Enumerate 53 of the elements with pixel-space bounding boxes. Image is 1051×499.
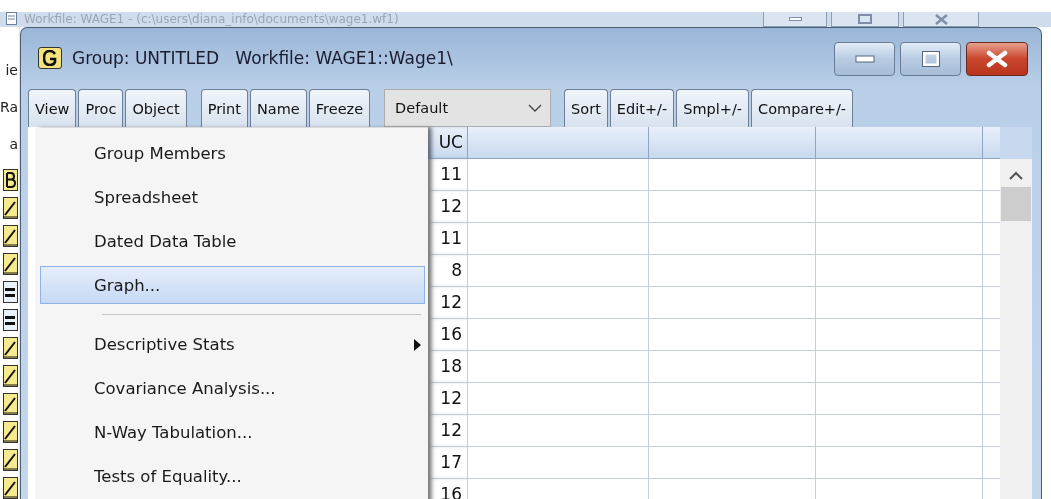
close-icon — [934, 13, 948, 25]
coefficient-icon[interactable] — [3, 169, 18, 191]
minimize-icon — [854, 54, 875, 63]
maximize-button[interactable] — [831, 12, 899, 27]
equation-icon[interactable] — [3, 309, 18, 331]
menu-item[interactable]: Covariance Analysis... — [40, 366, 425, 410]
series-icon[interactable] — [3, 337, 18, 359]
toolbar-button[interactable]: Freeze — [308, 89, 371, 127]
series-icon[interactable] — [3, 253, 18, 275]
menu-item[interactable]: Descriptive Stats — [40, 322, 425, 366]
menu-item[interactable]: Spreadsheet — [40, 175, 425, 219]
toolbar-button[interactable]: Sort — [564, 89, 608, 127]
series-icon[interactable] — [3, 393, 18, 415]
object-name[interactable]: Ra — [0, 93, 18, 121]
maximize-icon — [858, 14, 872, 24]
scrollbar-thumb[interactable] — [1001, 187, 1031, 221]
maximize-button[interactable] — [900, 41, 961, 76]
series-icon[interactable] — [3, 421, 18, 443]
menu-item[interactable]: Tests of Equality... — [40, 454, 425, 498]
scrollbar[interactable] — [1000, 127, 1032, 499]
series-icon[interactable] — [3, 477, 18, 499]
close-icon — [986, 49, 1008, 68]
toolbar-button[interactable]: Proc — [78, 89, 124, 127]
object-name[interactable]: a — [0, 130, 18, 158]
view-dropdown[interactable]: Default — [384, 89, 552, 127]
group-icon — [38, 46, 62, 69]
maximize-icon — [921, 50, 940, 67]
menu-item[interactable]: Group Members — [40, 131, 425, 175]
toolbar-button[interactable]: Edit+/- — [609, 89, 675, 127]
close-button[interactable] — [966, 41, 1028, 76]
toolbar-button[interactable]: Object — [125, 89, 187, 127]
menu-item[interactable]: Dated Data Table — [40, 219, 425, 263]
toolbar-button[interactable]: Print — [200, 89, 248, 127]
equation-icon[interactable] — [3, 281, 18, 303]
object-name[interactable]: ie — [0, 56, 18, 84]
window-title: Group: UNTITLED Workfile: WAGE1::Wage1\ — [72, 47, 454, 68]
series-icon[interactable] — [3, 197, 18, 219]
menu-item[interactable]: Graph... — [40, 266, 425, 304]
series-icon[interactable] — [3, 449, 18, 471]
minimize-button[interactable] — [834, 41, 895, 76]
toolbar-button[interactable]: Name — [250, 89, 307, 127]
minimize-icon — [788, 17, 802, 21]
toolbar-button[interactable]: Smpl+/- — [676, 89, 750, 127]
document-icon — [6, 12, 17, 25]
toolbar-button[interactable]: View — [28, 89, 77, 127]
series-icon[interactable] — [3, 365, 18, 387]
chevron-down-icon — [528, 104, 543, 112]
scroll-up-icon — [1008, 171, 1024, 181]
series-icon[interactable] — [3, 225, 18, 247]
menu-item[interactable]: N-Way Tabulation... — [40, 410, 425, 454]
submenu-arrow-icon — [414, 339, 421, 351]
toolbar-button[interactable]: Compare+/- — [751, 89, 854, 127]
minimize-button[interactable] — [763, 12, 827, 27]
